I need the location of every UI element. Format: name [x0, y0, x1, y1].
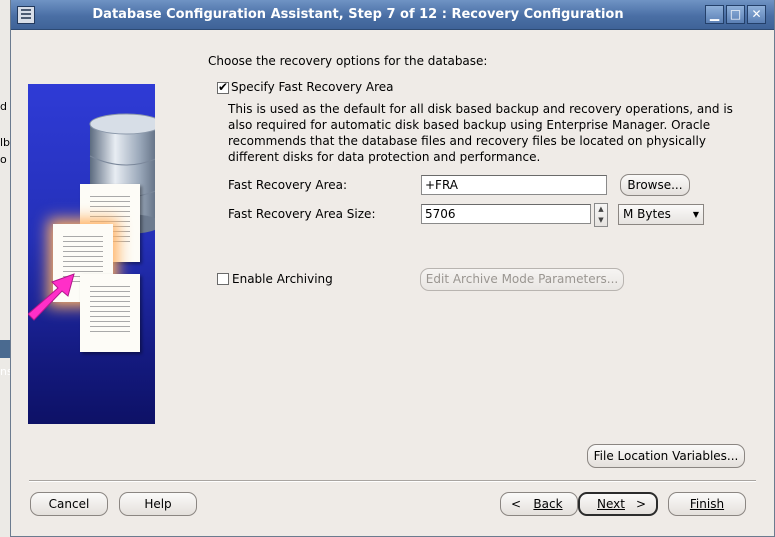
chevron-left-icon: < — [511, 497, 522, 511]
background-text: o — [0, 153, 7, 166]
browse-button[interactable]: Browse... — [620, 174, 690, 196]
back-button-label: Back — [533, 497, 563, 511]
finish-button-label: Finish — [689, 497, 725, 511]
title-bar[interactable]: Database Configuration Assistant, Step 7… — [11, 0, 774, 30]
fra-description: This is used as the default for all disk… — [228, 102, 733, 164]
minimize-icon: ▁ — [709, 7, 720, 21]
chevron-right-icon: > — [635, 497, 646, 511]
window-title: Database Configuration Assistant, Step 7… — [92, 7, 624, 22]
arrow-icon — [28, 273, 75, 321]
background-text: d — [0, 100, 7, 113]
fra-area-input[interactable]: +FRA — [421, 175, 607, 195]
size-unit-value: M Bytes — [623, 207, 671, 221]
spinner-down-icon[interactable]: ▼ — [595, 215, 607, 226]
fra-checkbox[interactable] — [217, 80, 229, 94]
fra-area-label: Fast Recovery Area: — [228, 178, 348, 192]
maximize-icon: □ — [729, 7, 742, 21]
close-icon: ✕ — [751, 7, 762, 21]
background-band — [0, 340, 10, 358]
size-unit-select[interactable]: M Bytes ▼ — [618, 204, 704, 225]
minimize-button[interactable]: ▁ — [705, 5, 724, 24]
fra-size-label: Fast Recovery Area Size: — [228, 207, 376, 221]
archiving-checkbox[interactable] — [217, 273, 229, 285]
back-button[interactable]: < Back — [500, 492, 578, 516]
fra-size-input[interactable]: 5706 — [421, 204, 591, 224]
fra-checkbox-label[interactable]: Specify Fast Recovery Area — [231, 80, 393, 94]
next-button-label: Next — [597, 497, 625, 511]
background-text: lb — [0, 136, 11, 149]
next-button[interactable]: Next > — [578, 492, 658, 516]
background-window — [0, 0, 10, 537]
finish-button[interactable]: Finish — [668, 492, 746, 516]
edit-archive-params-button[interactable]: Edit Archive Mode Parameters... — [420, 268, 624, 291]
dbca-window: Database Configuration Assistant, Step 7… — [10, 0, 775, 537]
wizard-illustration — [28, 84, 155, 424]
page-heading: Choose the recovery options for the data… — [208, 54, 488, 68]
fra-size-spinner[interactable]: ▲ ▼ — [594, 203, 608, 227]
chevron-down-icon: ▼ — [692, 210, 699, 219]
file-location-variables-button[interactable]: File Location Variables... — [587, 444, 745, 468]
spinner-up-icon[interactable]: ▲ — [595, 204, 607, 215]
help-button[interactable]: Help — [119, 492, 197, 516]
footer-separator — [29, 480, 756, 482]
maximize-button[interactable]: □ — [726, 5, 745, 24]
archiving-checkbox-label[interactable]: Enable Archiving — [232, 272, 333, 286]
close-button[interactable]: ✕ — [747, 5, 766, 24]
cancel-button[interactable]: Cancel — [30, 492, 108, 516]
